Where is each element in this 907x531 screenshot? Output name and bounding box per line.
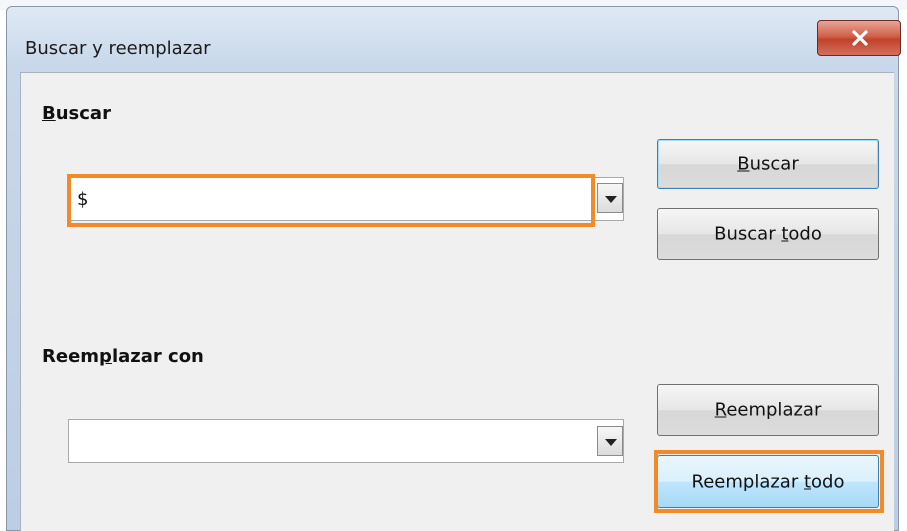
replace-button-label: Reemplazar xyxy=(714,399,822,421)
replace-all-button-label: Reemplazar todo xyxy=(691,471,845,492)
find-all-button[interactable]: Buscar todo xyxy=(657,208,879,260)
replace-button[interactable]: Reemplazar xyxy=(657,384,879,436)
find-combobox[interactable]: $ xyxy=(68,177,624,221)
find-button-label: Buscar xyxy=(737,153,799,175)
find-input[interactable]: $ xyxy=(77,189,88,210)
chevron-down-icon xyxy=(605,196,617,203)
chevron-down-icon xyxy=(605,439,617,446)
replace-section-label: Reemplazar con xyxy=(42,346,204,367)
replace-combobox[interactable] xyxy=(68,419,624,463)
replace-dropdown-button[interactable] xyxy=(597,426,623,456)
find-all-button-label: Buscar todo xyxy=(714,223,822,245)
find-dropdown-button[interactable] xyxy=(597,183,623,213)
dialog-title: Buscar y reemplazar xyxy=(25,38,211,59)
replace-all-button[interactable]: Reemplazar todo xyxy=(657,455,879,508)
close-icon xyxy=(852,30,868,46)
dialog-content: Buscar $ Reemplazar con Buscar Buscar to… xyxy=(20,72,894,531)
close-button[interactable] xyxy=(817,20,901,56)
find-section-label: Buscar xyxy=(42,103,111,124)
find-button[interactable]: Buscar xyxy=(657,139,879,189)
